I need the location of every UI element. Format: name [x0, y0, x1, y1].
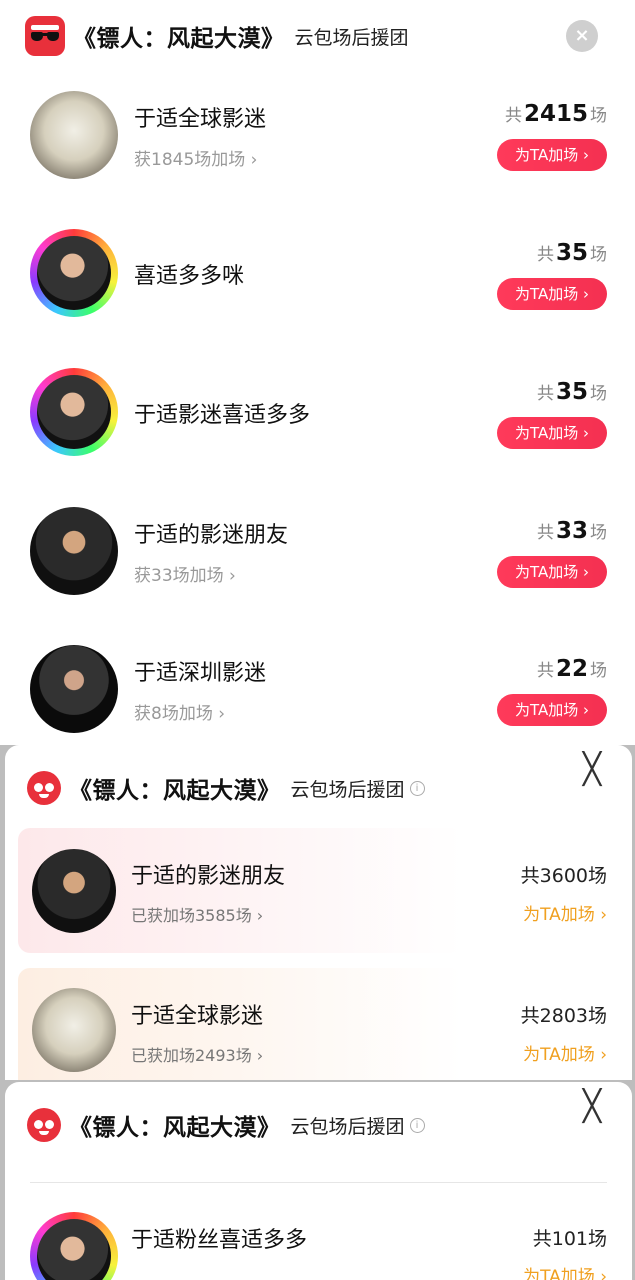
total-shows: 共33 场 — [536, 518, 607, 544]
total-shows: 共35 场 — [536, 379, 607, 405]
divider — [30, 1182, 607, 1183]
avatar[interactable] — [30, 507, 118, 595]
panel-subtitle: 云包场后援团 — [290, 1115, 405, 1138]
bonus-shows-link[interactable]: 获33场加场 › — [134, 561, 236, 586]
add-show-link[interactable]: 为TA加场 › — [523, 1262, 607, 1280]
add-show-link[interactable]: 为TA加场 › — [523, 1040, 607, 1065]
add-show-button[interactable]: 为TA加场 › — [497, 694, 607, 726]
group-name[interactable]: 于适全球影迷 — [131, 998, 263, 1030]
group-name[interactable]: 于适全球影迷 — [134, 101, 266, 133]
group-name[interactable]: 于适粉丝喜适多多 — [131, 1222, 307, 1254]
info-icon[interactable]: i — [409, 780, 425, 796]
support-group-panel-3: 《镖人：风起大漠》 云包场后援团 i ╳ 于适粉丝喜适多多 共101场 为TA加… — [5, 1082, 632, 1280]
movie-title: 《镖人：风起大漠》 — [69, 778, 281, 804]
group-name[interactable]: 于适的影迷朋友 — [131, 858, 285, 890]
avatar[interactable] — [32, 988, 116, 1072]
bonus-shows-link[interactable]: 已获加场2493场 › — [131, 1042, 263, 1066]
avatar[interactable] — [32, 849, 116, 933]
avatar[interactable] — [30, 645, 118, 733]
group-name[interactable]: 于适的影迷朋友 — [134, 517, 288, 549]
movie-title: 《镖人：风起大漠》 — [69, 1115, 281, 1141]
total-shows: 共22 场 — [536, 656, 607, 682]
group-name[interactable]: 于适影迷喜适多多 — [134, 397, 310, 429]
add-show-button[interactable]: 为TA加场 › — [497, 556, 607, 588]
avatar[interactable] — [30, 368, 118, 456]
close-icon[interactable]: ╳ — [583, 755, 601, 785]
total-shows: 共101场 — [532, 1228, 607, 1250]
panel-header: 《镖人：风起大漠》 云包场后援团 i — [27, 1108, 425, 1142]
panel-header: 《镖人：风起大漠》 云包场后援团 i — [27, 771, 425, 805]
support-group-panel-1: 《镖人：风起大漠》 云包场后援团 × 于适全球影迷 获1845场加场 › 共24… — [0, 0, 635, 745]
avatar[interactable] — [30, 229, 118, 317]
support-group-panel-2: 《镖人：风起大漠》 云包场后援团 i ╳ 于适的影迷朋友 已获加场3585场 ›… — [5, 745, 632, 1080]
bonus-shows-link[interactable]: 获8场加场 › — [134, 699, 225, 724]
add-show-button[interactable]: 为TA加场 › — [497, 278, 607, 310]
bonus-shows-link[interactable]: 获1845场加场 › — [134, 145, 257, 170]
red-cat-app-icon — [27, 771, 61, 805]
add-show-button[interactable]: 为TA加场 › — [497, 417, 607, 449]
add-show-link[interactable]: 为TA加场 › — [523, 900, 607, 925]
close-icon[interactable]: × — [566, 20, 598, 52]
group-name[interactable]: 喜适多多咪 — [134, 258, 244, 290]
red-cat-app-icon — [27, 1108, 61, 1142]
add-show-button[interactable]: 为TA加场 › — [497, 139, 607, 171]
total-shows: 共35 场 — [536, 240, 607, 266]
panel-subtitle: 云包场后援团 — [294, 26, 409, 49]
total-shows: 共2415 场 — [504, 101, 607, 127]
panel-header: 《镖人：风起大漠》 云包场后援团 — [25, 16, 409, 56]
movie-title: 《镖人：风起大漠》 — [73, 26, 285, 52]
sunglasses-app-icon — [25, 16, 65, 56]
info-icon[interactable]: i — [409, 1117, 425, 1133]
avatar[interactable] — [30, 91, 118, 179]
bonus-shows-link[interactable]: 已获加场3585场 › — [131, 902, 263, 926]
total-shows: 共3600场 — [520, 865, 607, 887]
avatar[interactable] — [30, 1212, 118, 1280]
group-name[interactable]: 于适深圳影迷 — [134, 655, 266, 687]
close-icon[interactable]: ╳ — [583, 1092, 601, 1122]
panel-subtitle: 云包场后援团 — [290, 778, 405, 801]
total-shows: 共2803场 — [520, 1005, 607, 1027]
